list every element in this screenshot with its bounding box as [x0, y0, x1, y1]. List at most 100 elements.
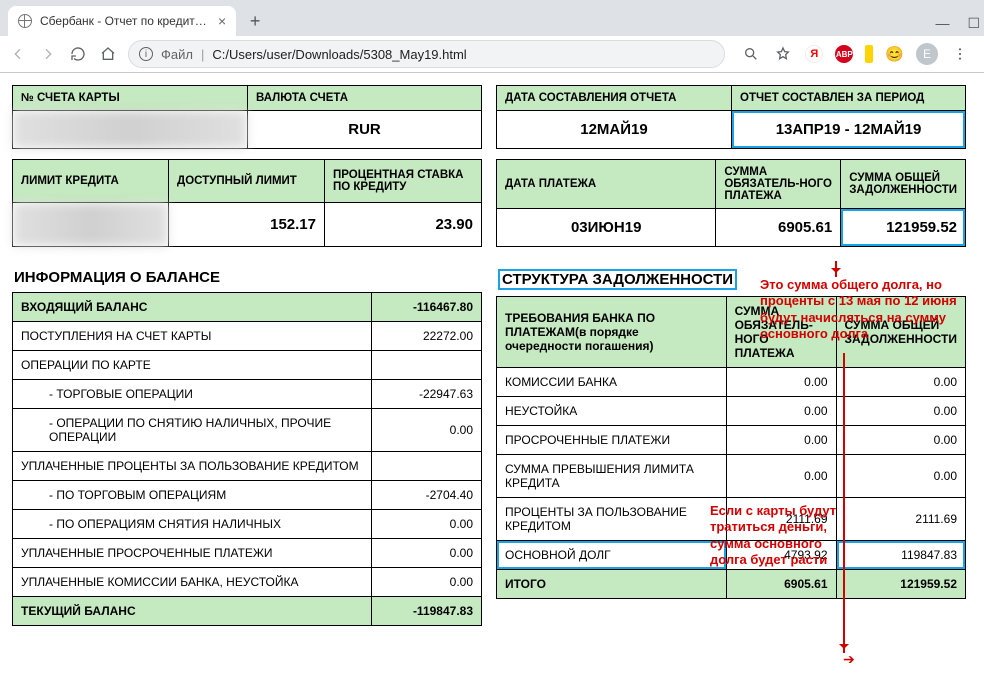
- value-mandatory-payment: 6905.61: [716, 209, 841, 247]
- arrow-icon: [843, 353, 845, 653]
- debt-row-total: 0.00: [836, 455, 965, 498]
- debt-title: СТРУКТУРА ЗАДОЛЖЕННОСТИ: [496, 247, 966, 296]
- window-maximize-icon[interactable]: ☐: [967, 15, 980, 32]
- debt-row-label: КОМИССИИ БАНКА: [497, 368, 727, 397]
- balance-section: ИНФОРМАЦИЯ О БАЛАНСЕ ВХОДЯЩИЙ БАЛАНС-116…: [12, 247, 482, 626]
- debt-total-total: 121959.52: [836, 570, 965, 599]
- balance-title: ИНФОРМАЦИЯ О БАЛАНСЕ: [12, 247, 482, 292]
- debt-row-total: 0.00: [836, 368, 965, 397]
- toolbar-right: Я ABP 😊 E: [735, 43, 976, 65]
- new-tab-button[interactable]: +: [242, 8, 268, 34]
- account-table: № СЧЕТА КАРТЫ ВАЛЮТА СЧЕТА RUR: [12, 85, 482, 149]
- profile-avatar[interactable]: E: [916, 43, 938, 65]
- label-available-limit: ДОСТУПНЫЙ ЛИМИТ: [169, 160, 325, 203]
- debt-row-mandatory: 0.00: [726, 397, 836, 426]
- limit-table: ЛИМИТ КРЕДИТА ДОСТУПНЫЙ ЛИМИТ ПРОЦЕНТНАЯ…: [12, 159, 482, 247]
- zoom-icon[interactable]: [741, 44, 761, 64]
- balance-row-label: ВХОДЯЩИЙ БАЛАНС: [13, 293, 372, 322]
- star-icon[interactable]: [773, 44, 793, 64]
- label-account-number: № СЧЕТА КАРТЫ: [13, 86, 248, 111]
- payment-table: ДАТА ПЛАТЕЖА СУММА ОБЯЗАТЕЛЬ-НОГО ПЛАТЕЖ…: [496, 159, 966, 247]
- debt-row-total: 119847.83: [836, 541, 965, 570]
- debt-header-requirements: ТРЕБОВАНИЯ БАНКА ПО ПЛАТЕЖАМ(в порядке о…: [497, 297, 727, 368]
- report-date-table: ДАТА СОСТАВЛЕНИЯ ОТЧЕТА ОТЧЕТ СОСТАВЛЕН …: [496, 85, 966, 149]
- balance-row-label: ПОСТУПЛЕНИЯ НА СЧЕТ КАРТЫ: [13, 322, 372, 351]
- tab-title: Сбербанк - Отчет по кредитно…: [40, 14, 210, 28]
- label-currency: ВАЛЮТА СЧЕТА: [248, 86, 482, 111]
- file-path: C:/Users/user/Downloads/5308_May19.html: [212, 47, 466, 62]
- header-row-2: ЛИМИТ КРЕДИТА ДОСТУПНЫЙ ЛИМИТ ПРОЦЕНТНАЯ…: [12, 159, 972, 247]
- balance-row-label: УПЛАЧЕННЫЕ ПРОЦЕНТЫ ЗА ПОЛЬЗОВАНИЕ КРЕДИ…: [13, 452, 372, 481]
- debt-section: СТРУКТУРА ЗАДОЛЖЕННОСТИ ТРЕБОВАНИЯ БАНКА…: [496, 247, 966, 599]
- debt-row-mandatory: 0.00: [726, 455, 836, 498]
- value-interest-rate: 23.90: [325, 202, 482, 246]
- balance-row-label: - ПО ОПЕРАЦИЯМ СНЯТИЯ НАЛИЧНЫХ: [13, 510, 372, 539]
- debt-row-label: ПРОЦЕНТЫ ЗА ПОЛЬЗОВАНИЕ КРЕДИТОМ: [497, 498, 727, 541]
- extension-icon[interactable]: [865, 45, 873, 63]
- balance-row-value: [372, 452, 482, 481]
- label-total-debt: СУММА ОБЩЕЙ ЗАДОЛЖЕННОСТИ: [841, 160, 966, 209]
- debt-row-label: НЕУСТОЙКА: [497, 397, 727, 426]
- adblock-icon[interactable]: ABP: [835, 45, 853, 63]
- debt-row-label: СУММА ПРЕВЫШЕНИЯ ЛИМИТА КРЕДИТА: [497, 455, 727, 498]
- value-report-period: 13АПР19 - 12МАЙ19: [732, 111, 966, 149]
- tab-bar: Сбербанк - Отчет по кредитно… × + — ☐: [0, 0, 984, 36]
- debt-row-mandatory: 0.00: [726, 426, 836, 455]
- label-interest-rate: ПРОЦЕНТНАЯ СТАВКА ПО КРЕДИТУ: [325, 160, 482, 203]
- balance-row-label: ТЕКУЩИЙ БАЛАНС: [13, 597, 372, 626]
- debt-header-total: СУММА ОБЩЕЙ ЗАДОЛЖЕННОСТИ: [836, 297, 965, 368]
- debt-row-total: 2111.69: [836, 498, 965, 541]
- balance-row-label: - ТОРГОВЫЕ ОПЕРАЦИИ: [13, 380, 372, 409]
- emoji-icon[interactable]: 😊: [885, 45, 904, 63]
- balance-row-value: 0.00: [372, 568, 482, 597]
- label-report-date: ДАТА СОСТАВЛЕНИЯ ОТЧЕТА: [497, 86, 732, 111]
- arrow-icon: [835, 261, 837, 277]
- label-credit-limit: ЛИМИТ КРЕДИТА: [13, 160, 169, 203]
- balance-row-label: ОПЕРАЦИИ ПО КАРТЕ: [13, 351, 372, 380]
- balance-row-label: УПЛАЧЕННЫЕ ПРОСРОЧЕННЫЕ ПЛАТЕЖИ: [13, 539, 372, 568]
- label-report-period: ОТЧЕТ СОСТАВЛЕН ЗА ПЕРИОД: [732, 86, 966, 111]
- forward-button[interactable]: [38, 44, 58, 64]
- window-minimize-icon[interactable]: —: [935, 15, 949, 32]
- balance-row-value: 0.00: [372, 539, 482, 568]
- debt-total-mandatory: 6905.61: [726, 570, 836, 599]
- value-currency: RUR: [248, 111, 482, 149]
- balance-row-value: -22947.63: [372, 380, 482, 409]
- value-payment-date: 03ИЮН19: [497, 209, 716, 247]
- yandex-icon[interactable]: Я: [805, 45, 823, 63]
- debt-row-total: 0.00: [836, 397, 965, 426]
- debt-table: ТРЕБОВАНИЯ БАНКА ПО ПЛАТЕЖАМ(в порядке о…: [496, 296, 966, 599]
- window-controls: — ☐: [935, 15, 984, 32]
- debt-row-label: ПРОСРОЧЕННЫЕ ПЛАТЕЖИ: [497, 426, 727, 455]
- label-payment-date: ДАТА ПЛАТЕЖА: [497, 160, 716, 209]
- value-account-number: [13, 111, 248, 149]
- browser-tab[interactable]: Сбербанк - Отчет по кредитно… ×: [8, 6, 236, 36]
- balance-row-label: - ПО ТОРГОВЫМ ОПЕРАЦИЯМ: [13, 481, 372, 510]
- file-label: Файл: [161, 47, 193, 62]
- balance-row-label: УПЛАЧЕННЫЕ КОМИССИИ БАНКА, НЕУСТОЙКА: [13, 568, 372, 597]
- value-available-limit: 152.17: [169, 202, 325, 246]
- home-button[interactable]: [98, 44, 118, 64]
- debt-row-mandatory: 0.00: [726, 368, 836, 397]
- value-total-debt: 121959.52: [841, 209, 966, 247]
- reload-button[interactable]: [68, 44, 88, 64]
- balance-row-value: 0.00: [372, 409, 482, 452]
- debt-row-total: 0.00: [836, 426, 965, 455]
- globe-icon: [18, 14, 32, 28]
- balance-row-value: -116467.80: [372, 293, 482, 322]
- browser-toolbar: i Файл | C:/Users/user/Downloads/5308_Ma…: [0, 36, 984, 72]
- balance-row-value: -119847.83: [372, 597, 482, 626]
- back-button[interactable]: [8, 44, 28, 64]
- close-icon[interactable]: ×: [218, 14, 226, 28]
- browser-chrome: Сбербанк - Отчет по кредитно… × + — ☐ i …: [0, 0, 984, 73]
- debt-row-label: ОСНОВНОЙ ДОЛГ: [497, 541, 727, 570]
- debt-header-mandatory: СУММА ОБЯЗАТЕЛЬ-НОГО ПЛАТЕЖА: [726, 297, 836, 368]
- balance-table: ВХОДЯЩИЙ БАЛАНС-116467.80ПОСТУПЛЕНИЯ НА …: [12, 292, 482, 626]
- debt-row-mandatory: 4793.92: [726, 541, 836, 570]
- address-bar[interactable]: i Файл | C:/Users/user/Downloads/5308_Ma…: [128, 40, 725, 68]
- value-credit-limit: [13, 202, 169, 246]
- menu-icon[interactable]: [950, 44, 970, 64]
- label-mandatory-payment: СУММА ОБЯЗАТЕЛЬ-НОГО ПЛАТЕЖА: [716, 160, 841, 209]
- header-row-1: № СЧЕТА КАРТЫ ВАЛЮТА СЧЕТА RUR ДАТА СОСТ…: [12, 85, 972, 149]
- debt-row-mandatory: 2111.69: [726, 498, 836, 541]
